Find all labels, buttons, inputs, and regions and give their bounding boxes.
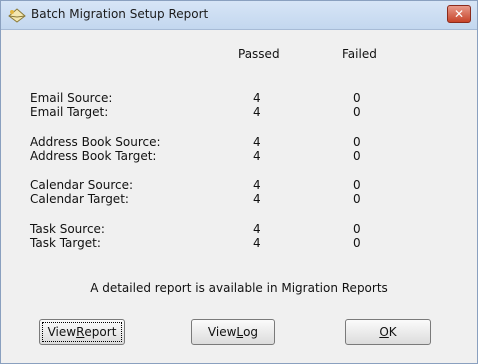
address-book-source-failed: 0 (353, 135, 361, 149)
view-report-accesskey: R (76, 325, 85, 339)
calendar-target-failed: 0 (353, 192, 361, 206)
email-source-label: Email Source: (30, 91, 113, 105)
address-book-target-label: Address Book Target: (30, 149, 157, 163)
email-target-passed: 4 (253, 105, 261, 119)
view-log-accesskey: L (236, 325, 244, 339)
calendar-source-passed: 4 (253, 178, 261, 192)
batch-migration-dialog: Batch Migration Setup Report ✕ Passed Fa… (0, 0, 478, 364)
ok-button[interactable]: OK (345, 319, 431, 345)
view-report-button[interactable]: View Report (39, 319, 125, 345)
address-book-source-label: Address Book Source: (30, 135, 161, 149)
task-source-passed: 4 (253, 222, 261, 236)
view-log-label-pre: View (207, 325, 237, 339)
calendar-target-label: Calendar Target: (30, 192, 129, 206)
envelope-icon (8, 8, 26, 23)
email-source-passed: 4 (253, 91, 261, 105)
task-target-label: Task Target: (30, 236, 101, 250)
view-log-label-post: og (243, 325, 259, 339)
task-source-failed: 0 (353, 222, 361, 236)
address-book-target-passed: 4 (253, 149, 261, 163)
close-button[interactable]: ✕ (447, 5, 471, 23)
calendar-source-label: Calendar Source: (30, 178, 134, 192)
ok-label-post: K (388, 325, 397, 339)
task-source-label: Task Source: (30, 222, 105, 236)
email-target-failed: 0 (353, 105, 361, 119)
email-source-failed: 0 (353, 91, 361, 105)
report-note: A detailed report is available in Migrat… (90, 281, 388, 295)
window-title: Batch Migration Setup Report (31, 7, 209, 21)
view-report-label-post: eport (84, 325, 117, 339)
passed-header: Passed (238, 47, 280, 61)
close-icon: ✕ (453, 7, 465, 21)
failed-header: Failed (342, 47, 377, 61)
address-book-target-failed: 0 (353, 149, 361, 163)
calendar-target-passed: 4 (253, 192, 261, 206)
task-target-passed: 4 (253, 236, 261, 250)
view-log-button[interactable]: View Log (191, 319, 275, 345)
email-target-label: Email Target: (30, 105, 109, 119)
title-bar: Batch Migration Setup Report ✕ (1, 1, 477, 30)
task-target-failed: 0 (353, 236, 361, 250)
ok-accesskey: O (379, 325, 389, 339)
address-book-source-passed: 4 (253, 135, 261, 149)
calendar-source-failed: 0 (353, 178, 361, 192)
view-report-label-pre: View (47, 325, 77, 339)
